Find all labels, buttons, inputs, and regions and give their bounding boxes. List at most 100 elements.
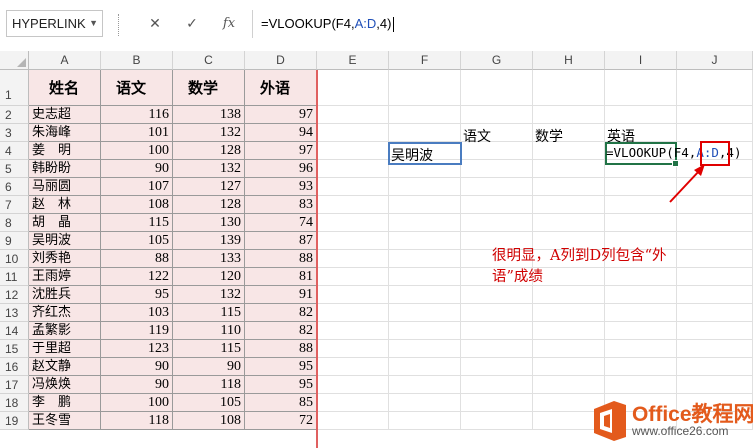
table-name-cell[interactable]: 沈胜兵	[29, 286, 101, 304]
grid-cell[interactable]	[389, 340, 461, 358]
table-score-cell[interactable]: 83	[245, 196, 317, 214]
column-header-c[interactable]: C	[173, 51, 245, 70]
row-header-15[interactable]: 15	[0, 340, 29, 358]
row-header-16[interactable]: 16	[0, 358, 29, 376]
grid-cell[interactable]	[317, 250, 389, 268]
grid-cell[interactable]	[317, 412, 389, 430]
row-header-19[interactable]: 19	[0, 412, 29, 430]
grid-cell[interactable]	[461, 70, 533, 106]
table-score-cell[interactable]: 88	[245, 340, 317, 358]
table-score-cell[interactable]: 82	[245, 304, 317, 322]
row-header-12[interactable]: 12	[0, 286, 29, 304]
grid-cell[interactable]	[605, 322, 677, 340]
table-score-cell[interactable]: 132	[173, 160, 245, 178]
table-name-cell[interactable]: 刘秀艳	[29, 250, 101, 268]
table-name-cell[interactable]: 马丽圆	[29, 178, 101, 196]
table-score-cell[interactable]: 90	[101, 358, 173, 376]
table-score-cell[interactable]: 74	[245, 214, 317, 232]
grid-cell[interactable]	[461, 106, 533, 124]
grid-cell[interactable]	[317, 70, 389, 106]
grid-cell[interactable]	[677, 106, 753, 124]
grid-cell[interactable]	[317, 232, 389, 250]
grid-cell[interactable]	[605, 304, 677, 322]
row-header-17[interactable]: 17	[0, 376, 29, 394]
table-header-cell[interactable]: 姓名	[29, 70, 101, 106]
grid-cell[interactable]	[389, 124, 461, 142]
grid-cell[interactable]	[533, 376, 605, 394]
enter-check-icon[interactable]: ✓	[181, 12, 203, 36]
table-name-cell[interactable]: 于里超	[29, 340, 101, 358]
table-score-cell[interactable]: 138	[173, 106, 245, 124]
table-name-cell[interactable]: 胡 晶	[29, 214, 101, 232]
grid-cell[interactable]	[533, 358, 605, 376]
table-score-cell[interactable]: 139	[173, 232, 245, 250]
grid-cell[interactable]	[533, 322, 605, 340]
grid-cell[interactable]	[605, 286, 677, 304]
grid-cell[interactable]	[461, 394, 533, 412]
grid-cell[interactable]	[677, 340, 753, 358]
table-score-cell[interactable]: 108	[101, 196, 173, 214]
table-score-cell[interactable]: 72	[245, 412, 317, 430]
grid-cell[interactable]	[389, 376, 461, 394]
row-header-14[interactable]: 14	[0, 322, 29, 340]
table-score-cell[interactable]: 101	[101, 124, 173, 142]
grid-cell[interactable]	[533, 304, 605, 322]
column-header-d[interactable]: D	[245, 51, 317, 70]
grid-cell[interactable]	[533, 70, 605, 106]
table-score-cell[interactable]: 90	[101, 376, 173, 394]
table-score-cell[interactable]: 90	[173, 358, 245, 376]
grid-cell[interactable]	[677, 70, 753, 106]
grid-cell[interactable]	[389, 394, 461, 412]
table-score-cell[interactable]: 122	[101, 268, 173, 286]
row-header-3[interactable]: 3	[0, 124, 29, 142]
table-score-cell[interactable]: 103	[101, 304, 173, 322]
table-score-cell[interactable]: 107	[101, 178, 173, 196]
insert-function-icon[interactable]: fx	[218, 12, 240, 36]
grid-cell[interactable]	[461, 340, 533, 358]
grid-cell[interactable]	[317, 376, 389, 394]
grid-cell[interactable]	[677, 304, 753, 322]
table-score-cell[interactable]: 82	[245, 322, 317, 340]
row-header-9[interactable]: 9	[0, 232, 29, 250]
table-score-cell[interactable]: 95	[245, 376, 317, 394]
column-header-a[interactable]: A	[29, 51, 101, 70]
grid-cell[interactable]	[677, 358, 753, 376]
table-score-cell[interactable]: 119	[101, 322, 173, 340]
cell-h3[interactable]: 数学	[535, 126, 563, 146]
grid-cell[interactable]	[317, 322, 389, 340]
row-header-2[interactable]: 2	[0, 106, 29, 124]
grid-cell[interactable]	[389, 412, 461, 430]
cell-f4[interactable]: 吴明波	[391, 145, 433, 165]
grid-cell[interactable]	[389, 322, 461, 340]
table-name-cell[interactable]: 史志超	[29, 106, 101, 124]
grid-cell[interactable]	[317, 394, 389, 412]
table-name-cell[interactable]: 韩盼盼	[29, 160, 101, 178]
table-score-cell[interactable]: 97	[245, 142, 317, 160]
table-score-cell[interactable]: 81	[245, 268, 317, 286]
grid-cell[interactable]	[533, 160, 605, 178]
grid-cell[interactable]	[389, 214, 461, 232]
grid-cell[interactable]	[389, 250, 461, 268]
row-header-8[interactable]: 8	[0, 214, 29, 232]
grid-cell[interactable]	[317, 304, 389, 322]
table-score-cell[interactable]: 100	[101, 142, 173, 160]
table-name-cell[interactable]: 王雨婷	[29, 268, 101, 286]
grid-cell[interactable]	[317, 160, 389, 178]
table-score-cell[interactable]: 105	[173, 394, 245, 412]
grid-cell[interactable]	[461, 358, 533, 376]
table-name-cell[interactable]: 齐红杰	[29, 304, 101, 322]
table-score-cell[interactable]: 120	[173, 268, 245, 286]
table-score-cell[interactable]: 130	[173, 214, 245, 232]
grid-cell[interactable]	[389, 70, 461, 106]
table-score-cell[interactable]: 88	[245, 250, 317, 268]
table-score-cell[interactable]: 88	[101, 250, 173, 268]
grid-cell[interactable]	[317, 178, 389, 196]
grid-cell[interactable]	[389, 358, 461, 376]
grid-cell[interactable]	[461, 178, 533, 196]
table-score-cell[interactable]: 87	[245, 232, 317, 250]
row-header-1[interactable]: 1	[0, 70, 29, 106]
grid-cell[interactable]	[677, 322, 753, 340]
grid-cell[interactable]	[317, 214, 389, 232]
grid-cell[interactable]	[317, 196, 389, 214]
grid-cell[interactable]	[677, 124, 753, 142]
